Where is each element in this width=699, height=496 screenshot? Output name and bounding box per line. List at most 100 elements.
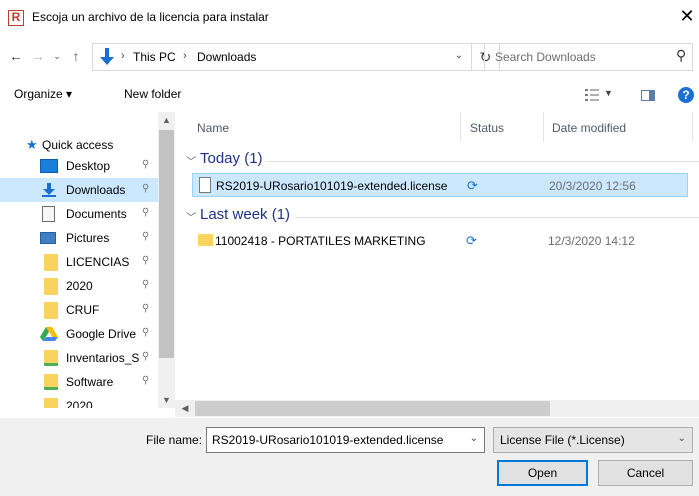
documents-icon (42, 206, 55, 222)
file-name-input[interactable]: RS2019-URosario101019-extended.license ⌄ (206, 427, 485, 453)
sidebar-item-label: Documents (66, 207, 127, 221)
scroll-left-icon[interactable]: ◀ (177, 400, 193, 417)
chevron-down-icon[interactable]: ﹀ (186, 209, 196, 224)
filelist-horizontal-scrollbar[interactable]: ◀ (175, 400, 699, 417)
pin-icon: ⚲ (142, 255, 150, 266)
scroll-down-icon[interactable]: ▼ (158, 392, 175, 408)
sidebar-item-inventarios[interactable]: Inventarios_S ⚲ (0, 346, 158, 370)
sidebar-item-cruf[interactable]: CRUF ⚲ (0, 298, 158, 322)
up-button[interactable]: ↑ (66, 44, 86, 68)
navigation-bar: ← → ⌄ ↑ › This PC › Downloads ⌄ ↻ Search… (0, 40, 699, 74)
sidebar-item-pictures[interactable]: Pictures ⚲ (0, 226, 158, 250)
google-drive-icon (40, 327, 58, 341)
sidebar-item-licencias[interactable]: LICENCIAS ⚲ (0, 250, 158, 274)
new-folder-button[interactable]: New folder (124, 87, 181, 101)
search-input[interactable]: Search Downloads ⚲ (484, 43, 693, 71)
help-icon[interactable]: ? (678, 87, 694, 103)
forward-button[interactable]: → (28, 44, 48, 68)
group-divider (296, 217, 699, 218)
address-bar[interactable]: › This PC › Downloads ⌄ (92, 43, 472, 71)
folder-icon (44, 374, 58, 390)
sidebar-item-desktop[interactable]: Desktop ⚲ (0, 154, 158, 178)
pin-icon: ⚲ (142, 207, 150, 218)
navpane-vertical-scrollbar[interactable]: ▲ ▼ (158, 112, 175, 408)
folder-icon (44, 302, 58, 319)
sidebar-item-label: LICENCIAS (66, 255, 130, 269)
command-toolbar: Organize ▾ New folder ▼ ? (0, 80, 699, 112)
file-type-select[interactable]: License File (*.License) ⌄ (493, 427, 693, 453)
chevron-down-icon[interactable]: ⌄ (470, 433, 478, 444)
breadcrumb-separator: › (183, 50, 187, 62)
pin-icon: ⚲ (142, 327, 150, 338)
open-button[interactable]: Open (497, 460, 588, 486)
desktop-icon (40, 159, 58, 173)
chevron-down-icon[interactable]: ⌄ (455, 50, 463, 61)
pin-icon: ⚲ (142, 351, 150, 362)
navigation-pane: ★ Quick access Desktop ⚲ Downloads ⚲ Doc… (0, 112, 175, 408)
search-icon[interactable]: ⚲ (676, 47, 686, 64)
organize-button[interactable]: Organize ▾ (14, 87, 72, 101)
scrollbar-thumb[interactable] (159, 130, 174, 358)
pin-icon: ⚲ (142, 375, 150, 386)
pin-icon: ⚲ (142, 231, 150, 242)
file-name: RS2019-URosario101019-extended.license (216, 179, 448, 193)
sidebar-item-label: Pictures (66, 231, 110, 245)
file-list: Name Status Date modified ﹀ Today (1) RS… (180, 112, 699, 408)
downloads-arrow-icon (100, 48, 114, 65)
title-bar: R Escoja un archivo de la licencia para … (0, 0, 699, 34)
recent-locations-button[interactable]: ⌄ (50, 44, 64, 68)
sidebar-item-label: Google Drive (66, 327, 137, 341)
quick-access-label: Quick access (42, 138, 114, 152)
sidebar-item-label: Inventarios_S (66, 351, 140, 365)
sidebar-item-documents[interactable]: Documents ⚲ (0, 202, 158, 226)
column-header-status[interactable]: Status (470, 121, 504, 135)
group-header-today[interactable]: ﹀ Today (1) (180, 150, 699, 172)
breadcrumb-separator: › (121, 50, 125, 62)
breadcrumb-downloads[interactable]: Downloads (197, 50, 256, 64)
sidebar-item-software[interactable]: Software ⚲ (0, 370, 158, 394)
file-row[interactable]: RS2019-URosario101019-extended.license ⟳… (192, 173, 688, 197)
column-header-date-modified[interactable]: Date modified (552, 121, 626, 135)
sidebar-item-2020[interactable]: 2020 ⚲ (0, 274, 158, 298)
cancel-button[interactable]: Cancel (598, 460, 693, 486)
pictures-icon (40, 232, 56, 244)
pin-icon: ⚲ (142, 303, 150, 314)
sidebar-item-google-drive[interactable]: Google Drive ⚲ (0, 322, 158, 346)
sidebar-item-2020-b[interactable]: 2020 (0, 394, 158, 408)
scroll-up-icon[interactable]: ▲ (158, 112, 175, 128)
file-name-label: File name: (146, 433, 203, 447)
chevron-down-icon[interactable]: ﹀ (186, 153, 196, 168)
breadcrumb-this-pc[interactable]: This PC (133, 50, 176, 64)
preview-pane-icon[interactable] (641, 90, 655, 101)
folder-icon (198, 234, 213, 246)
group-header-last-week[interactable]: ﹀ Last week (1) (180, 206, 699, 228)
file-name-value[interactable]: RS2019-URosario101019-extended.license (212, 433, 443, 447)
file-date: 20/3/2020 12:56 (549, 179, 636, 193)
column-divider[interactable] (460, 112, 461, 142)
pin-icon: ⚲ (142, 183, 150, 194)
pin-icon: ⚲ (142, 279, 150, 290)
column-headers: Name Status Date modified (180, 112, 699, 142)
sidebar-item-downloads[interactable]: Downloads ⚲ (0, 178, 158, 202)
column-header-name[interactable]: Name (197, 121, 229, 135)
sync-icon: ⟳ (467, 178, 478, 193)
close-button[interactable]: ✕ (675, 4, 699, 28)
folder-icon (44, 278, 58, 295)
dialog-footer: File name: RS2019-URosario101019-extende… (0, 418, 699, 496)
folder-icon (44, 350, 58, 366)
file-date: 12/3/2020 14:12 (548, 234, 635, 248)
sync-icon: ⟳ (466, 233, 477, 248)
view-options-icon[interactable] (585, 89, 599, 101)
group-label: Today (1) (200, 150, 263, 167)
quick-access-item[interactable]: ★ Quick access (0, 132, 158, 156)
group-label: Last week (1) (200, 206, 291, 223)
column-divider[interactable] (692, 112, 693, 142)
view-dropdown-chevron-icon[interactable]: ▼ (604, 88, 613, 98)
column-divider[interactable] (543, 112, 544, 142)
file-row[interactable]: 11002418 - PORTATILES MARKETING ⟳ 12/3/2… (192, 229, 688, 253)
sidebar-item-label: Desktop (66, 159, 111, 173)
chevron-down-icon[interactable]: ⌄ (678, 433, 686, 444)
scrollbar-thumb[interactable] (195, 401, 550, 416)
app-logo-icon: R (8, 10, 24, 26)
back-button[interactable]: ← (6, 44, 26, 68)
